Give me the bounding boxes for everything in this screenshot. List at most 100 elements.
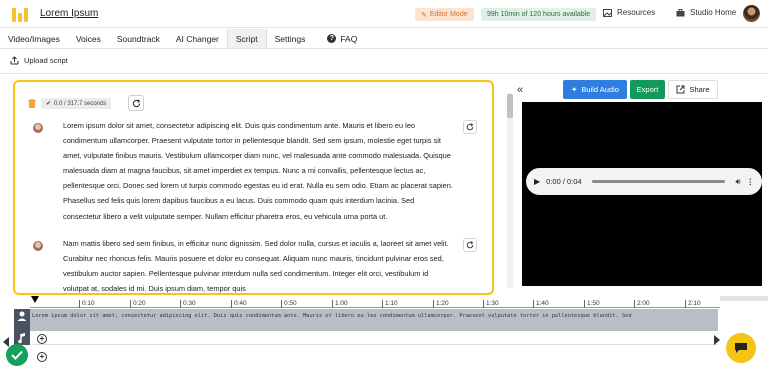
studio-home-label: Studio Home (690, 8, 737, 17)
chat-bubble-icon (735, 343, 747, 353)
tab-soundtrack[interactable]: Soundtrack (109, 29, 168, 48)
add-track-icon[interactable]: + (37, 352, 47, 362)
tab-label: AI Changer (175, 33, 219, 44)
tick-label: 1:30 (483, 300, 499, 308)
tick-label: 1:20 (433, 300, 449, 308)
build-audio-button[interactable]: ✦ Build Audio (563, 80, 627, 99)
app-title-link[interactable]: Lorem Ipsum (40, 8, 98, 19)
playhead[interactable] (31, 296, 39, 303)
user-avatar[interactable] (743, 5, 760, 22)
play-icon[interactable]: ▶ (534, 177, 540, 186)
tab-settings[interactable]: Settings (267, 29, 314, 48)
script-duration-badge: ✔ 0.0 / 317.7 seconds (41, 98, 112, 109)
tab-label: Voices (75, 33, 101, 44)
tab-script[interactable]: Script (226, 29, 267, 48)
tab-ai-changer[interactable]: AI Changer (168, 29, 227, 48)
share-button[interactable]: Share (668, 80, 718, 99)
tab-label: Video/Images (8, 33, 60, 44)
main-tabs: Video/Images Voices Soundtrack AI Change… (0, 29, 768, 49)
audio-player[interactable]: ▶ 0:00 / 0:04 🔊︎ ⋮ (526, 168, 762, 195)
voice-track-clip-lower[interactable] (30, 324, 718, 331)
refresh-icon (466, 123, 474, 131)
export-button[interactable]: Export (630, 80, 665, 99)
upload-script-label: Upload script (24, 56, 68, 65)
tab-label: Soundtrack (116, 33, 160, 44)
hours-available-label: 99h 10min of 120 hours available (487, 11, 591, 18)
tab-voices[interactable]: Voices (68, 29, 109, 48)
regenerate-paragraph-button[interactable] (463, 120, 477, 134)
image-icon (603, 8, 612, 17)
tick-label: 1:40 (533, 300, 549, 308)
help-icon: ? (327, 34, 337, 43)
checkmark-icon (11, 350, 23, 360)
tab-label: FAQ (340, 33, 358, 44)
tab-faq[interactable]: ? FAQ (319, 29, 365, 48)
voice-avatar[interactable] (33, 123, 43, 133)
collapse-preview-icon[interactable]: « (517, 84, 523, 96)
regenerate-paragraph-button[interactable] (463, 238, 477, 252)
scroll-left-icon[interactable] (3, 337, 9, 347)
top-header: Lorem Ipsum ✎ Editor Mode 99h 10min of 1… (0, 0, 768, 28)
timeline: 0:10 0:20 0:30 0:40 0:50 1:00 1:10 1:20 … (0, 296, 768, 373)
person-icon (17, 311, 27, 321)
scroll-right-icon[interactable] (714, 335, 720, 345)
tick-label: 1:10 (382, 300, 398, 308)
tick-label: 0:10 (79, 300, 95, 308)
editor-mode-badge[interactable]: ✎ Editor Mode (415, 8, 474, 21)
more-options-icon[interactable]: ⋮ (747, 177, 755, 186)
build-audio-label: Build Audio (581, 85, 619, 94)
app-logo[interactable] (12, 6, 30, 22)
tab-label: Script (235, 33, 258, 44)
tick-label: 0:50 (281, 300, 297, 308)
tick-label: 0:40 (231, 300, 247, 308)
music-note-icon (18, 333, 25, 344)
trash-icon[interactable] (28, 99, 36, 108)
audio-time: 0:00 / 0:04 (546, 177, 582, 186)
lane-row (33, 331, 718, 345)
script-scrollbar[interactable] (507, 93, 513, 288)
tick-label: 2:00 (634, 300, 650, 308)
tick-label: 2:10 (685, 300, 701, 308)
script-duration-label: 0.0 / 317.7 seconds (54, 100, 107, 107)
upload-script-button[interactable]: Upload script (10, 56, 68, 65)
done-check-button[interactable] (6, 344, 28, 366)
timeline-ruler[interactable]: 0:10 0:20 0:30 0:40 0:50 1:00 1:10 1:20 … (30, 298, 720, 308)
script-paragraph[interactable]: Nam mattis libero sed sem finibus, in ef… (63, 236, 453, 293)
music-lane-icon (14, 331, 30, 345)
scrollbar-thumb[interactable] (507, 94, 513, 118)
tab-label: Settings (274, 33, 306, 44)
tick-label: 1:00 (332, 300, 348, 308)
voice-track-clip[interactable]: Lorem ipsum dolor sit amet, consectetur … (30, 309, 718, 324)
voice-lane-icon (14, 309, 30, 331)
volume-icon[interactable]: 🔊︎ (735, 177, 740, 187)
refresh-icon (466, 241, 474, 249)
script-editor-panel: ✔ 0.0 / 317.7 seconds Lorem ipsum dolor … (13, 80, 494, 295)
pencil-icon: ✎ (421, 11, 427, 19)
refresh-icon (132, 98, 140, 107)
timeline-scrollbar[interactable] (720, 296, 768, 301)
tick-label: 0:20 (130, 300, 146, 308)
chat-support-button[interactable] (726, 333, 756, 363)
wand-icon: ✦ (571, 85, 578, 94)
resources-link[interactable]: Resources (603, 8, 655, 17)
lane-row (33, 349, 718, 363)
share-icon (676, 85, 685, 94)
briefcase-icon (676, 8, 685, 16)
share-label: Share (689, 85, 710, 94)
check-icon: ✔ (46, 101, 52, 107)
regenerate-all-button[interactable] (128, 95, 144, 111)
audio-seek-bar[interactable] (591, 180, 726, 183)
resources-label: Resources (617, 8, 656, 17)
voice-avatar[interactable] (33, 241, 43, 251)
export-label: Export (636, 85, 659, 94)
upload-icon (10, 56, 19, 65)
editor-mode-label: Editor Mode (429, 11, 468, 18)
hours-available-badge: 99h 10min of 120 hours available (481, 8, 597, 21)
tick-label: 0:30 (180, 300, 196, 308)
add-track-icon[interactable]: + (37, 334, 47, 344)
tab-video-images[interactable]: Video/Images (0, 29, 68, 48)
script-paragraph[interactable]: Lorem ipsum dolor sit amet, consectetur … (63, 118, 453, 238)
divider (0, 73, 768, 74)
studio-home-link[interactable]: Studio Home (676, 8, 736, 17)
tick-label: 1:50 (584, 300, 600, 308)
